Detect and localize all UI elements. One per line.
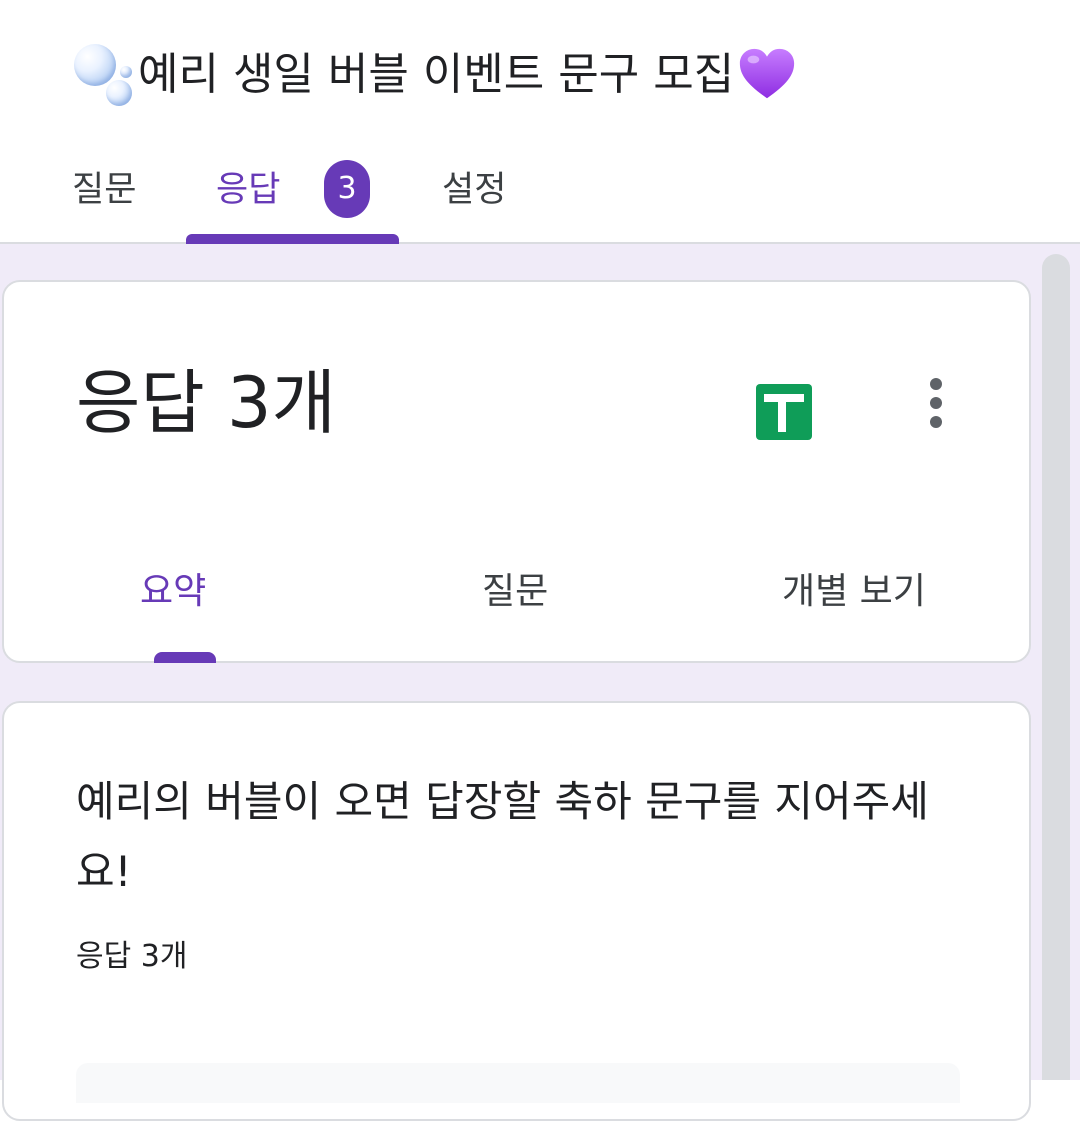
answer-list (76, 1063, 960, 1103)
responses-count-badge: 3 (324, 160, 370, 218)
form-title: 예리 생일 버블 이벤트 문구 모집 (138, 49, 735, 100)
responses-summary-card: 응답 3개 요약 질문 개별 보기 (2, 280, 1031, 663)
active-tab-indicator (186, 234, 399, 244)
responses-heading: 응답 3개 (76, 362, 336, 444)
question-title: 예리의 버블이 오면 답장할 축하 문구를 지어주세요! (76, 777, 929, 896)
purple-heart-icon (740, 48, 795, 99)
tab-questions[interactable]: 질문 (72, 160, 136, 220)
question-response-count: 응답 3개 (76, 939, 188, 974)
more-vert-icon[interactable] (914, 372, 958, 434)
subtab-individual[interactable]: 개별 보기 (782, 562, 926, 622)
subtab-summary[interactable]: 요약 (140, 562, 206, 622)
app-header: 예리 생일 버블 이벤트 문구 모집 질문 응답 3 설정 (0, 0, 1080, 244)
tab-settings[interactable]: 설정 (442, 160, 506, 220)
scrollbar[interactable] (1042, 254, 1070, 1080)
active-subtab-indicator (154, 652, 216, 663)
question-card: 예리의 버블이 오면 답장할 축하 문구를 지어주세요! 응답 3개 (2, 701, 1031, 1121)
subtab-question[interactable]: 질문 (482, 562, 548, 622)
form-title-row: 예리 생일 버블 이벤트 문구 모집 (74, 40, 798, 110)
bubbles-icon (74, 42, 136, 108)
google-sheets-icon[interactable] (756, 384, 812, 440)
tab-responses[interactable]: 응답 (216, 160, 280, 220)
